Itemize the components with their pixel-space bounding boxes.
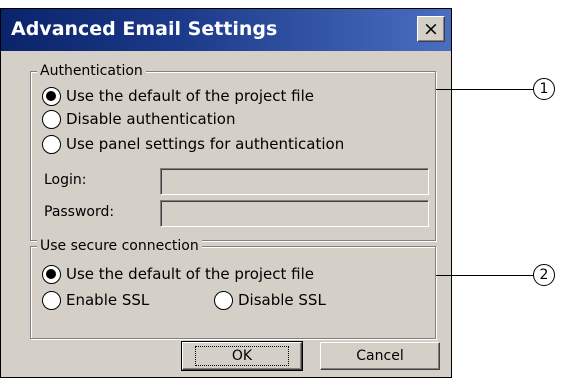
secure-connection-legend: Use secure connection	[37, 237, 202, 255]
auth-option-label: Use the default of the project file	[66, 87, 315, 105]
radio-icon[interactable]	[42, 86, 61, 106]
callout-2: 2	[533, 264, 555, 286]
login-field[interactable]	[160, 168, 429, 195]
cancel-button[interactable]: Cancel	[320, 342, 440, 370]
password-field[interactable]	[160, 200, 429, 227]
radio-icon[interactable]	[42, 290, 61, 310]
ssl-option-enable[interactable]: Enable SSL	[42, 289, 149, 311]
ok-button[interactable]: OK	[181, 341, 303, 371]
login-label: Login:	[44, 172, 87, 188]
auth-option-project-default[interactable]: Use the default of the project file	[42, 85, 314, 107]
close-button[interactable]: ×	[417, 16, 445, 42]
callout-line-1	[436, 89, 534, 90]
radio-icon[interactable]	[42, 264, 61, 284]
radio-icon[interactable]	[42, 109, 61, 129]
callout-line-2	[436, 275, 534, 276]
cancel-label: Cancel	[356, 348, 404, 364]
password-label: Password:	[44, 204, 115, 220]
auth-option-label: Disable authentication	[66, 110, 236, 128]
close-icon: ×	[423, 18, 439, 40]
dialog-title: Advanced Email Settings	[11, 18, 278, 40]
auth-option-panel-settings[interactable]: Use panel settings for authentication	[42, 133, 344, 155]
ssl-option-label: Disable SSL	[238, 291, 326, 309]
ok-label: OK	[194, 346, 290, 366]
auth-option-label: Use panel settings for authentication	[66, 135, 345, 153]
radio-icon[interactable]	[42, 134, 61, 154]
callout-1: 1	[533, 78, 555, 100]
authentication-legend: Authentication	[37, 62, 146, 80]
ssl-option-label: Enable SSL	[66, 291, 150, 309]
ssl-option-label: Use the default of the project file	[66, 265, 315, 283]
ssl-option-disable[interactable]: Disable SSL	[214, 289, 326, 311]
auth-option-disable[interactable]: Disable authentication	[42, 108, 235, 130]
radio-icon[interactable]	[214, 290, 233, 310]
ssl-option-project-default[interactable]: Use the default of the project file	[42, 263, 314, 285]
advanced-email-settings-dialog: Advanced Email Settings × Authentication…	[0, 8, 452, 378]
title-bar[interactable]: Advanced Email Settings ×	[1, 9, 451, 51]
